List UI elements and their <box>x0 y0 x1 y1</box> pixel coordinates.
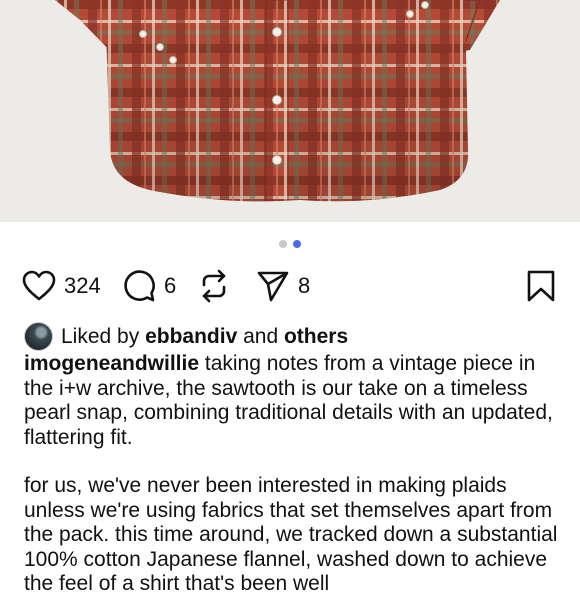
caption-paragraph-2: for us, we've never been interested in m… <box>24 474 558 595</box>
like-button[interactable]: 324 <box>22 266 101 306</box>
liked-by-user-link[interactable]: ebbandiv <box>145 325 237 349</box>
post-photo[interactable] <box>0 0 580 222</box>
post-caption: imogeneandwillie taking notes from a vin… <box>24 352 560 597</box>
carousel-dot-active <box>293 240 301 248</box>
liked-by-row: Liked by ebbandiv and others <box>24 322 348 351</box>
repost-button[interactable] <box>198 266 230 306</box>
bookmark-icon <box>527 270 555 302</box>
share-count: 8 <box>298 273 311 298</box>
carousel-indicator <box>0 240 580 248</box>
comment-count: 6 <box>164 273 177 298</box>
like-count: 324 <box>64 273 101 298</box>
repost-icon <box>202 269 226 303</box>
comment-button[interactable]: 6 <box>122 266 176 306</box>
plaid-shirt-image <box>0 0 580 222</box>
save-button[interactable] <box>526 266 556 306</box>
carousel-dot <box>279 240 287 248</box>
caption-paragraph: imogeneandwillie taking notes from a vin… <box>24 352 560 450</box>
heart-icon <box>22 270 56 301</box>
liked-by-others-link[interactable]: others <box>284 325 348 349</box>
comment-icon <box>124 270 155 302</box>
share-button[interactable]: 8 <box>256 266 310 306</box>
send-icon <box>257 271 289 302</box>
liked-by-and: and <box>243 324 279 348</box>
action-bar: 324 6 8 <box>0 266 580 306</box>
caption-username[interactable]: imogeneandwillie <box>24 352 199 375</box>
liked-by-prefix: Liked by <box>61 324 140 348</box>
liker-avatar[interactable] <box>24 322 53 351</box>
